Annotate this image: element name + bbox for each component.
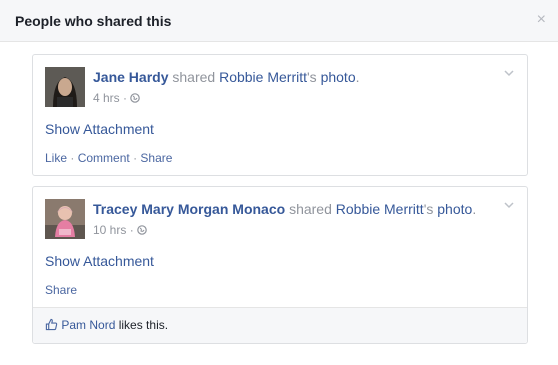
verb-text: shared xyxy=(172,69,216,85)
author-link[interactable]: Jane Hardy xyxy=(93,69,168,85)
owner-link[interactable]: Robbie Merritt xyxy=(336,201,424,217)
headline-period: . xyxy=(355,69,360,85)
chevron-down-icon[interactable] xyxy=(503,199,515,211)
avatar[interactable] xyxy=(45,199,85,239)
chevron-down-icon[interactable] xyxy=(503,67,515,79)
headline-period: . xyxy=(472,201,477,217)
owner-suffix: 's xyxy=(423,201,434,217)
like-action[interactable]: Like xyxy=(45,151,67,165)
author-link[interactable]: Tracey Mary Morgan Monaco xyxy=(93,201,285,217)
share-story: Tracey Mary Morgan Monaco shared Robbie … xyxy=(32,186,528,344)
owner-link[interactable]: Robbie Merritt xyxy=(219,69,307,85)
share-action[interactable]: Share xyxy=(45,283,77,297)
close-icon[interactable]: × xyxy=(537,10,546,30)
liker-link[interactable]: Pam Nord xyxy=(61,318,115,332)
story-headline: Jane Hardy shared Robbie Merritt's photo… xyxy=(93,69,360,85)
story-meta: 4 hrs · xyxy=(93,91,141,105)
photo-link[interactable]: photo xyxy=(437,201,472,217)
show-attachment-link[interactable]: Show Attachment xyxy=(45,121,154,137)
verb-text: shared xyxy=(289,201,332,217)
thumbs-up-icon xyxy=(45,318,58,331)
photo-link[interactable]: photo xyxy=(321,69,356,85)
owner-suffix: 's xyxy=(307,69,317,85)
meta-separator: · xyxy=(129,223,134,237)
avatar[interactable] xyxy=(45,67,85,107)
story-actions: Like · Comment · Share xyxy=(45,151,172,165)
show-attachment-link[interactable]: Show Attachment xyxy=(45,253,154,269)
dialog-header: People who shared this × xyxy=(0,0,558,42)
meta-separator: · xyxy=(123,91,128,105)
likes-bar: Pam Nord likes this. xyxy=(33,307,527,343)
comment-action[interactable]: Comment xyxy=(78,151,130,165)
story-meta: 10 hrs · xyxy=(93,223,147,237)
story-actions: Share xyxy=(45,283,77,297)
globe-icon[interactable] xyxy=(130,93,141,103)
globe-icon[interactable] xyxy=(137,225,147,235)
likes-text: likes this. xyxy=(118,318,169,332)
story-headline: Tracey Mary Morgan Monaco shared Robbie … xyxy=(93,201,476,217)
timestamp[interactable]: 10 hrs xyxy=(93,223,126,237)
share-dialog: People who shared this × Jane Hardy shar… xyxy=(0,0,558,365)
action-separator: · xyxy=(70,151,75,165)
timestamp[interactable]: 4 hrs xyxy=(93,91,120,105)
likes-summary: Pam Nord likes this. xyxy=(45,318,168,332)
share-story: Jane Hardy shared Robbie Merritt's photo… xyxy=(32,54,528,176)
action-separator: · xyxy=(133,151,138,165)
dialog-title: People who shared this xyxy=(15,13,172,29)
share-action[interactable]: Share xyxy=(140,151,172,165)
